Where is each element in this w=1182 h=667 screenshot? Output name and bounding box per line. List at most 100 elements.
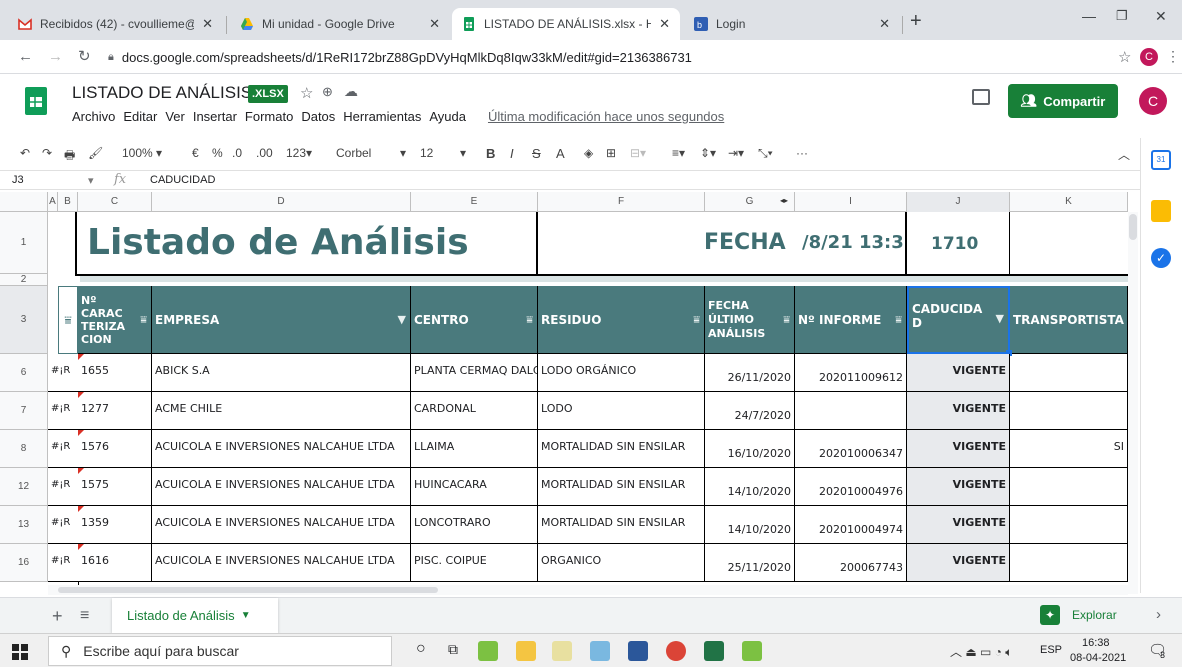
cell-j[interactable]: VIGENTE [907, 544, 1010, 582]
header-fecha-ultimo[interactable]: FECHA ÚLTIMO ANÁLISIS ⩸ [705, 286, 795, 354]
borders-icon[interactable]: ⊞ [606, 146, 616, 160]
tab-login[interactable]: b Login ✕ [684, 8, 900, 40]
last-edit-link[interactable]: Última modificación hace unos segundos [488, 109, 724, 124]
cell-i[interactable] [795, 392, 907, 430]
filter-icon[interactable]: ⩸ [783, 313, 790, 327]
column-header-k[interactable]: K [1010, 192, 1128, 212]
font-select[interactable]: Corbel [336, 146, 371, 160]
sheet-tab-active[interactable]: Listado de Análisis ▼ [112, 598, 278, 633]
vertical-scrollbar[interactable] [1128, 212, 1138, 594]
decrease-decimals-button[interactable]: .0 [232, 146, 242, 160]
row-header[interactable]: 12 [0, 468, 48, 506]
column-header-c[interactable]: C [78, 192, 152, 212]
zoom-select[interactable]: 100% ▾ [122, 146, 162, 160]
header-caducidad[interactable]: CADUCIDA D ▼ [907, 286, 1010, 354]
comment-indicator[interactable] [78, 354, 84, 360]
menu-archivo[interactable]: Archivo [72, 109, 115, 124]
row-header[interactable]: 1 [0, 212, 48, 274]
font-size-select[interactable]: 12 [420, 146, 433, 160]
rotate-icon[interactable]: ⤡▾ [758, 146, 773, 161]
cell-g[interactable]: 14/10/2020 [705, 468, 795, 506]
percent-button[interactable]: % [212, 146, 223, 160]
comment-indicator[interactable] [78, 430, 84, 436]
cell-j[interactable]: VIGENTE [907, 468, 1010, 506]
add-sheet-icon[interactable]: + [52, 606, 63, 627]
cell-k[interactable] [1010, 354, 1128, 392]
system-tray-icons[interactable]: ︿ ⏏ ▭ ◔ 🔈︎ [950, 643, 1012, 660]
comment-indicator[interactable] [78, 506, 84, 512]
move-icon[interactable]: ⊕ [322, 84, 333, 100]
explore-button[interactable]: ✦ Explorar [1040, 605, 1117, 625]
new-tab-button[interactable]: + [910, 10, 922, 33]
cell-c[interactable]: 1576 [78, 430, 152, 468]
cell-c[interactable]: 1359 [78, 506, 152, 544]
column-header-d[interactable]: D [152, 192, 411, 212]
align-icon[interactable]: ≡▾ [672, 146, 685, 160]
chevron-down-icon[interactable]: ▼ [241, 610, 251, 621]
header-transportista[interactable]: TRANSPORTISTA [1010, 286, 1128, 354]
filter-icon[interactable]: ⩸ [58, 286, 78, 354]
more-options[interactable]: ··· [796, 146, 808, 160]
scrollbar-thumb[interactable] [1129, 214, 1137, 240]
cell-c[interactable]: 1616 [78, 544, 152, 582]
column-header-a[interactable]: A [48, 192, 58, 212]
cell-c[interactable]: 1277 [78, 392, 152, 430]
cell-g[interactable]: 14/10/2020 [705, 506, 795, 544]
increase-decimals-button[interactable]: .00 [256, 146, 273, 160]
cell-i[interactable]: 202010006347 [795, 430, 907, 468]
language-indicator[interactable]: ESP [1040, 644, 1062, 656]
menu-formato[interactable]: Formato [245, 109, 293, 124]
row-header[interactable]: 16 [0, 544, 48, 582]
formula-input[interactable]: CADUCIDAD [150, 174, 215, 186]
filter-icon[interactable]: ⩸ [526, 313, 533, 327]
cell-k[interactable] [1010, 468, 1128, 506]
chevron-right-icon[interactable]: › [1156, 606, 1161, 623]
filter-icon[interactable]: ⩸ [693, 313, 700, 327]
row-header[interactable]: 8 [0, 430, 48, 468]
cell-i[interactable]: 200067743 [795, 544, 907, 582]
chevron-down-icon[interactable]: ▾ [460, 146, 466, 160]
text-color-icon[interactable]: A [556, 146, 565, 161]
windows-start-icon[interactable] [12, 644, 28, 660]
redo-icon[interactable]: ↷ [42, 146, 52, 160]
merge-cells-icon[interactable]: ⊟▾ [630, 146, 646, 160]
cell-f[interactable]: LODO ORGÁNICO [538, 354, 705, 392]
column-header-e[interactable]: E [411, 192, 538, 212]
app-icon[interactable] [478, 641, 498, 661]
cell-f[interactable]: MORTALIDAD SIN ENSILAR [538, 506, 705, 544]
sheets-logo-icon[interactable] [25, 87, 47, 115]
hidden-column-arrows-icon[interactable]: ◂▸ [780, 196, 788, 205]
restore-button[interactable]: ❐ [1116, 8, 1128, 24]
cell-d[interactable]: ACUICOLA E INVERSIONES NALCAHUE LTDA [152, 468, 411, 506]
cell-j[interactable]: VIGENTE [907, 392, 1010, 430]
cell-e[interactable]: LLAIMA [411, 430, 538, 468]
profile-avatar[interactable]: C [1140, 48, 1158, 66]
undo-icon[interactable]: ↶ [20, 146, 30, 160]
share-button[interactable]: 👥︎ Compartir [1008, 84, 1118, 118]
app-icon[interactable] [742, 641, 762, 661]
row-header[interactable]: 6 [0, 354, 48, 392]
column-header-f[interactable]: F [538, 192, 705, 212]
cell-d[interactable]: ABICK S.A [152, 354, 411, 392]
column-header-j[interactable]: J [907, 192, 1010, 212]
comments-icon[interactable] [972, 89, 990, 105]
browser-menu-icon[interactable]: ⋮ [1166, 48, 1180, 65]
cell-ab[interactable]: #¡R [48, 354, 78, 392]
cell-c[interactable]: 1655 [78, 354, 152, 392]
forward-icon[interactable]: → [48, 48, 63, 65]
menu-ayuda[interactable]: Ayuda [429, 109, 466, 124]
comment-indicator[interactable] [78, 544, 84, 550]
cell-k[interactable] [1010, 544, 1128, 582]
chrome-icon[interactable] [666, 641, 686, 661]
cell-k[interactable]: SI [1010, 430, 1128, 468]
app-icon[interactable] [590, 641, 610, 661]
all-sheets-icon[interactable]: ≡ [80, 607, 89, 625]
cortana-icon[interactable]: ○ [416, 640, 426, 658]
collapse-toolbar-icon[interactable]: ︿ [1118, 146, 1130, 163]
cell-i[interactable]: 202010004976 [795, 468, 907, 506]
calendar-icon[interactable]: 31 [1151, 150, 1171, 170]
menu-ver[interactable]: Ver [165, 109, 185, 124]
cell-g[interactable]: 16/10/2020 [705, 430, 795, 468]
window-close-button[interactable]: ✕ [1155, 8, 1167, 25]
tasks-icon[interactable]: ✓ [1151, 248, 1171, 268]
